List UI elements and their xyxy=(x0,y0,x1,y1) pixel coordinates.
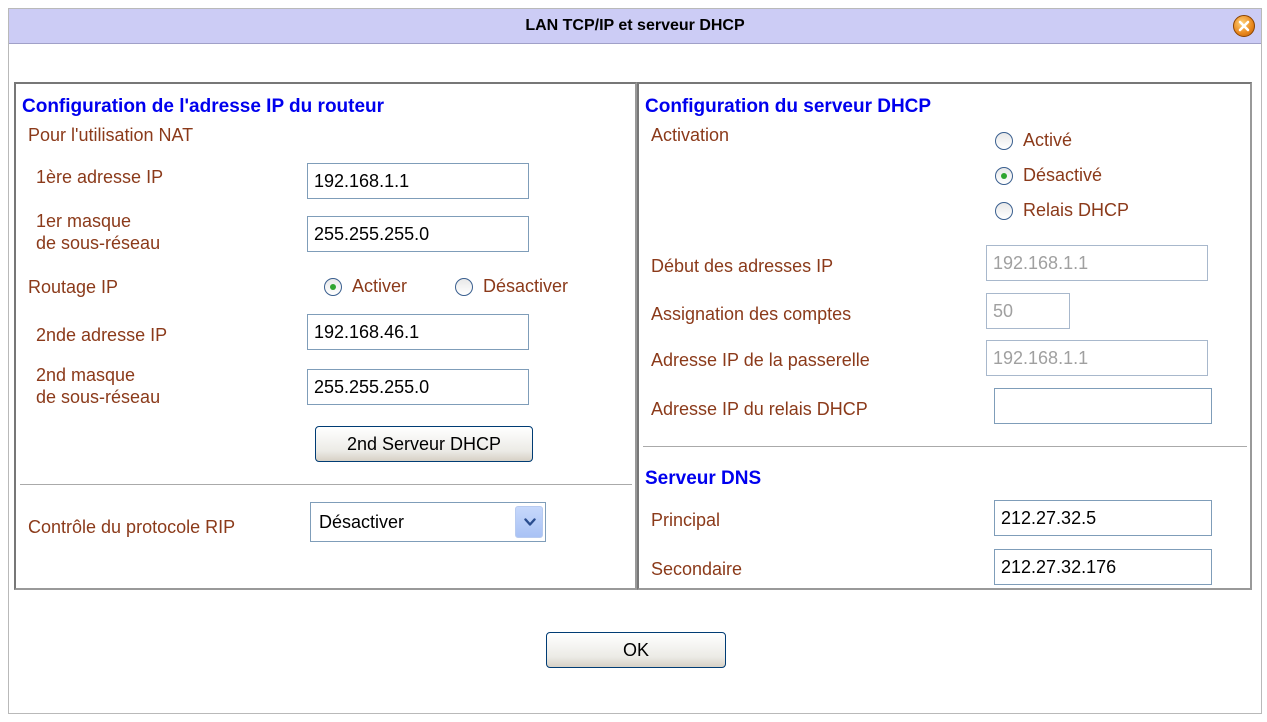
dns-secondary-label: Secondaire xyxy=(651,559,743,579)
start-ip-input[interactable]: 192.168.1.1 xyxy=(986,245,1208,281)
router-ip-panel: Configuration de l'adresse IP du routeur… xyxy=(14,82,637,590)
ip2-input[interactable]: 192.168.46.1 xyxy=(307,314,529,350)
mask1-input[interactable]: 255.255.255.0 xyxy=(307,216,529,252)
dns-secondary-input[interactable]: 212.27.32.176 xyxy=(994,549,1212,585)
ip1-input[interactable]: 192.168.1.1 xyxy=(307,163,529,199)
routing-off-option[interactable]: Désactiver xyxy=(455,276,568,297)
dhcp-divider xyxy=(643,446,1247,448)
routing-on-radio[interactable] xyxy=(324,277,342,296)
dhcp-inactive-option[interactable]: Désactivé xyxy=(995,165,1102,186)
close-icon xyxy=(1238,20,1250,32)
dhcp-relay-label: Relais DHCP xyxy=(1023,200,1130,220)
gateway-input[interactable]: 192.168.1.1 xyxy=(986,340,1208,376)
dhcp-active-radio[interactable] xyxy=(995,131,1013,150)
mask1-label-line1: 1er masque xyxy=(36,211,132,231)
rip-select[interactable]: Désactiver xyxy=(310,502,546,542)
router-divider xyxy=(20,484,632,486)
dhcp-relay-option[interactable]: Relais DHCP xyxy=(995,200,1129,221)
rip-label: Contrôle du protocole RIP xyxy=(28,517,236,537)
ip2-label: 2nde adresse IP xyxy=(36,325,168,345)
second-dhcp-server-button[interactable]: 2nd Serveur DHCP xyxy=(315,426,533,462)
close-button[interactable] xyxy=(1233,15,1255,37)
relay-ip-label: Adresse IP du relais DHCP xyxy=(651,399,868,419)
dns-primary-label: Principal xyxy=(651,510,721,530)
mask2-label-line1: 2nd masque xyxy=(36,365,136,385)
mask1-label-line2: de sous-réseau xyxy=(36,233,161,253)
dhcp-inactive-radio[interactable] xyxy=(995,166,1013,185)
dhcp-inactive-label: Désactivé xyxy=(1023,165,1103,185)
mask2-input[interactable]: 255.255.255.0 xyxy=(307,369,529,405)
gateway-label: Adresse IP de la passerelle xyxy=(651,350,870,370)
activation-label: Activation xyxy=(651,125,730,145)
start-ip-label: Début des adresses IP xyxy=(651,256,834,276)
count-label: Assignation des comptes xyxy=(651,304,852,324)
window-title: LAN TCP/IP et serveur DHCP xyxy=(525,17,745,34)
router-section-title: Configuration de l'adresse IP du routeur xyxy=(22,96,385,117)
dhcp-relay-radio[interactable] xyxy=(995,201,1013,220)
routing-on-option[interactable]: Activer xyxy=(324,276,407,297)
dns-primary-input[interactable]: 212.27.32.5 xyxy=(994,500,1212,536)
count-input[interactable]: 50 xyxy=(986,293,1070,329)
ok-button[interactable]: OK xyxy=(546,632,726,668)
routing-off-label: Désactiver xyxy=(483,276,569,296)
dhcp-panel: Configuration du serveur DHCP Activation… xyxy=(637,82,1252,590)
title-bar: LAN TCP/IP et serveur DHCP xyxy=(9,9,1261,44)
routing-label: Routage IP xyxy=(28,277,119,297)
chevron-down-icon xyxy=(524,518,536,526)
dns-section-title: Serveur DNS xyxy=(645,468,762,489)
mask2-label-line2: de sous-réseau xyxy=(36,387,161,407)
routing-off-radio[interactable] xyxy=(455,277,473,296)
dropdown-button[interactable] xyxy=(515,506,543,538)
rip-select-value: Désactiver xyxy=(319,512,405,532)
routing-on-label: Activer xyxy=(352,276,408,296)
relay-ip-input[interactable] xyxy=(994,388,1212,424)
dhcp-active-option[interactable]: Activé xyxy=(995,130,1072,151)
dhcp-active-label: Activé xyxy=(1023,130,1073,150)
ip1-label: 1ère adresse IP xyxy=(36,167,164,187)
nat-label: Pour l'utilisation NAT xyxy=(28,125,194,145)
dhcp-section-title: Configuration du serveur DHCP xyxy=(645,96,932,117)
